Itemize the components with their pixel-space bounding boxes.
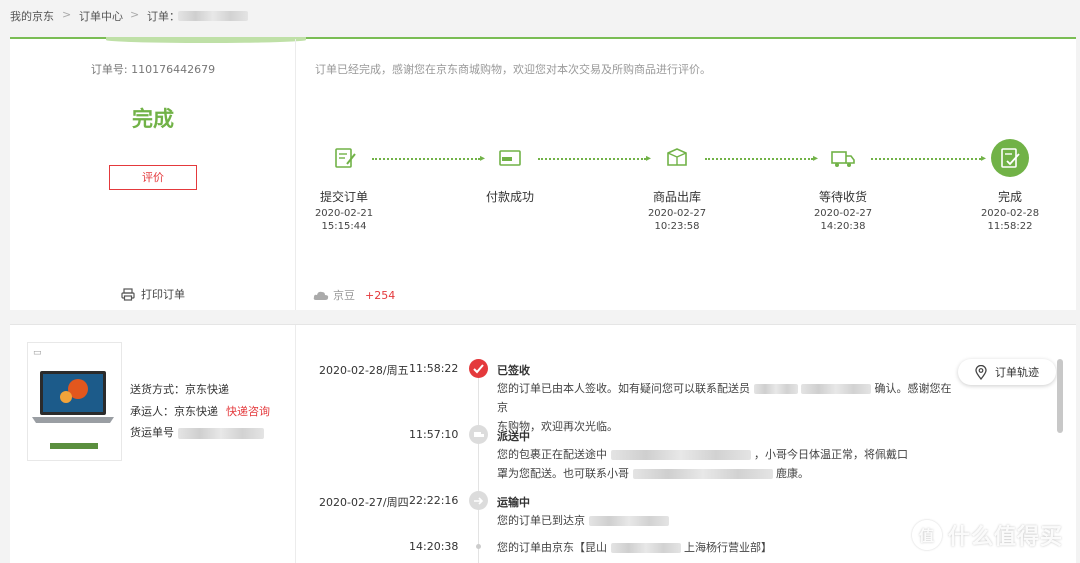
event-date: 2020-02-27/周四: [319, 496, 409, 509]
redacted-order-number: [178, 11, 248, 21]
event-title: 运输中: [497, 496, 530, 509]
watermark-text: 什么值得买: [948, 525, 1064, 550]
laptop-image: ▭: [32, 348, 114, 449]
breadcrumb-order-center[interactable]: 订单中心: [79, 8, 123, 24]
location-pin-icon: [975, 364, 987, 380]
tracking-scrollbar[interactable]: [1057, 359, 1063, 433]
progress-arrow: ▸: [813, 153, 819, 164]
step-date-complete: 2020-02-28 11:58:22: [980, 208, 1040, 232]
redacted-text: [801, 384, 871, 394]
step-label-payment: 付款成功: [485, 190, 534, 204]
printer-icon: [121, 287, 135, 301]
in-transit-icon: [469, 491, 488, 510]
delivering-icon: [469, 425, 488, 444]
product-thumbnail[interactable]: ▭: [27, 342, 122, 461]
order-notice: 订单已经完成，感谢您在京东商城购物，欢迎您对本次交易及所购商品进行评价。: [315, 63, 711, 76]
beans-label: 京豆: [333, 289, 355, 302]
signed-check-icon: [469, 359, 488, 378]
step-label-complete: 完成: [997, 190, 1022, 204]
jd-beans: 京豆 +254: [313, 287, 395, 303]
redacted-text: [632, 469, 773, 479]
event-time: 11:58:22: [409, 362, 459, 375]
svg-text:▭: ▭: [33, 348, 42, 358]
delivery-truck-icon: [831, 151, 855, 167]
progress-arrow: ▸: [981, 153, 987, 164]
beans-value: +254: [365, 288, 396, 302]
progress-connector: [372, 158, 480, 160]
print-order-button[interactable]: 打印订单: [121, 286, 185, 302]
progress-connector: [871, 158, 981, 160]
order-status-panel: 订单号: 110176442679 完成 评价 打印订单 订单已经完成，感谢您在…: [10, 37, 1076, 310]
redacted-text: [753, 384, 798, 394]
event-title: 派送中: [497, 430, 530, 443]
redacted-text: [610, 450, 751, 460]
breadcrumb-separator: >: [62, 8, 72, 21]
tracking-number-label: 货运单号: [130, 426, 174, 439]
step-date-awaiting: 2020-02-27 14:20:38: [813, 208, 873, 232]
step-label-submit: 提交订单: [319, 190, 368, 204]
event-text: 您的包裹正在配送途中 ，小哥今日体温正常，将佩戴口 罩为您配送。也可联系小哥 鹿…: [497, 448, 908, 480]
order-track-button[interactable]: 订单轨迹: [958, 359, 1056, 385]
carrier-label: 承运人：京东快递: [130, 405, 218, 418]
shipping-info: ▭ 送货方式：京东快递 承运人：京东快递 快递咨询 货运单号: [10, 325, 296, 563]
event-time: 22:22:16: [409, 494, 459, 507]
breadcrumb: 我的京东 > 订单中心 > 订单：: [0, 0, 1080, 36]
event-text: 您的订单已到达京: [497, 511, 959, 530]
tracking-number: 货运单号: [130, 424, 264, 440]
watermark: 值 什么值得买: [912, 519, 1063, 551]
order-track-label: 订单轨迹: [995, 366, 1039, 379]
event-time: 11:57:10: [409, 428, 459, 441]
step-label-awaiting: 等待收货: [818, 190, 867, 204]
event-title: 已签收: [497, 364, 530, 377]
event-time: 14:20:38: [409, 540, 459, 553]
watermark-logo: 值: [912, 520, 942, 550]
order-status: 完成: [132, 107, 174, 131]
complete-step-circle: [991, 139, 1029, 177]
breadcrumb-my-jd[interactable]: 我的京东: [10, 8, 54, 24]
redacted-text: [610, 543, 681, 553]
complete-check-icon: [1001, 148, 1020, 168]
timeline-dot: [476, 544, 481, 549]
express-consult-link[interactable]: 快递咨询: [226, 405, 270, 418]
progress-arrow: ▸: [646, 153, 652, 164]
redacted-tracking-number: [177, 427, 264, 439]
submit-order-icon: [335, 148, 356, 168]
breadcrumb-separator: >: [130, 8, 140, 21]
order-summary: 订单号: 110176442679 完成 评价 打印订单: [10, 39, 296, 310]
order-number: 订单号: 110176442679: [90, 63, 216, 76]
progress-connector: [705, 158, 813, 160]
breadcrumb-order: 订单：: [147, 10, 180, 23]
step-label-outbound: 商品出库: [652, 190, 701, 204]
carrier-info: 承运人：京东快递 快递咨询: [130, 403, 270, 419]
cloud-bean-icon: [313, 291, 329, 300]
step-date-outbound: 2020-02-27 10:23:58: [647, 208, 707, 232]
event-text: 您的订单已由本人签收。如有疑问您可以联系配送员 确认。感谢您在京 东购物，欢迎再…: [497, 382, 952, 433]
print-order-label: 打印订单: [141, 288, 185, 301]
warehouse-box-icon: [667, 148, 687, 166]
progress-arrow: ▸: [480, 153, 486, 164]
delivery-method: 送货方式：京东快递: [130, 383, 229, 396]
redacted-text: [588, 516, 669, 526]
progress-connector: [538, 158, 646, 160]
payment-icon: [499, 150, 521, 166]
step-date-submit: 2020-02-21 15:15:44: [314, 208, 374, 232]
timeline-line: [478, 371, 479, 563]
review-button[interactable]: 评价: [109, 165, 197, 190]
event-date: 2020-02-28/周五: [319, 364, 409, 377]
event-text: 您的订单由京东【昆山 上海杨行营业部】: [497, 541, 772, 554]
